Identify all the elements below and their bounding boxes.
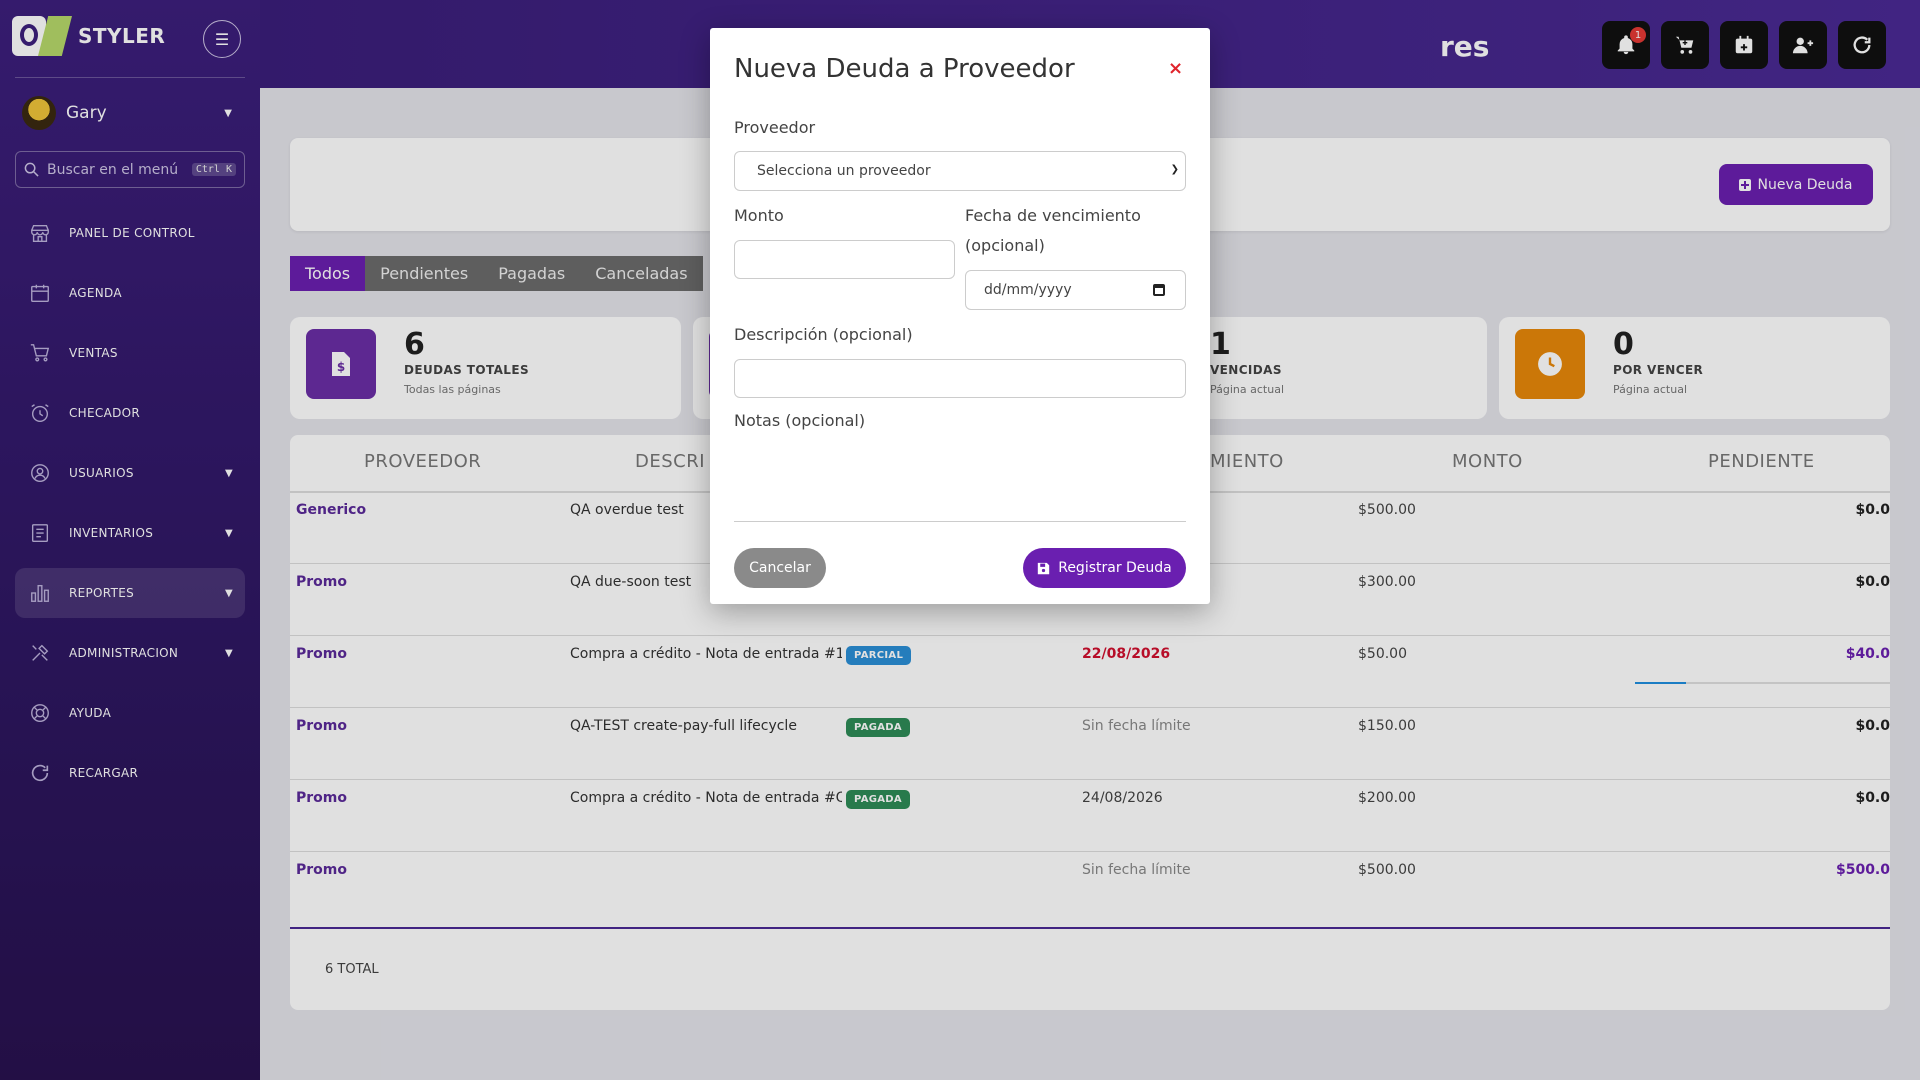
- modal-title: Nueva Deuda a Proveedor: [734, 54, 1075, 84]
- register-debt-button[interactable]: Registrar Deuda: [1023, 548, 1186, 588]
- fecha-placeholder: dd/mm/yyyy: [984, 282, 1072, 298]
- cancel-button[interactable]: Cancelar: [734, 548, 826, 588]
- save-icon: [1038, 562, 1050, 574]
- monto-input[interactable]: [734, 240, 955, 279]
- descripcion-label: Descripción (opcional): [734, 325, 913, 344]
- fecha-vencimiento-input[interactable]: dd/mm/yyyy: [965, 270, 1186, 310]
- monto-label: Monto: [734, 206, 784, 225]
- fecha-label: Fecha de vencimiento: [965, 206, 1141, 225]
- new-debt-modal: Nueva Deuda a Proveedor × Proveedor Sele…: [710, 28, 1210, 604]
- fecha-label-optional: (opcional): [965, 236, 1045, 255]
- notas-label: Notas (opcional): [734, 411, 866, 430]
- close-icon[interactable]: ×: [1168, 58, 1183, 79]
- proveedor-select[interactable]: Selecciona un proveedor ❯: [734, 151, 1186, 191]
- descripcion-input[interactable]: [734, 359, 1186, 398]
- chevron-down-icon: ❯: [1170, 164, 1179, 175]
- proveedor-label: Proveedor: [734, 118, 816, 137]
- register-debt-label: Registrar Deuda: [1058, 560, 1172, 576]
- notas-textarea[interactable]: [734, 521, 1186, 522]
- calendar-icon[interactable]: [1153, 284, 1165, 296]
- proveedor-selected-value: Selecciona un proveedor: [757, 163, 931, 179]
